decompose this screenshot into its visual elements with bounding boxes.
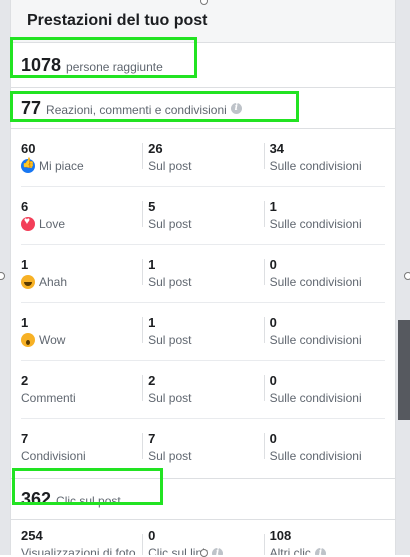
on-post-label: Sul post [148,391,192,405]
clicks-label: Clic sul post [56,493,121,508]
on-shares-label: Sulle condivisioni [269,333,362,347]
on-shares-cell: 0 Sulle condivisioni [263,419,385,476]
row-total: 60 [21,141,36,156]
on-post-value: 2 [148,373,156,388]
on-shares-label: Sulle condivisioni [269,391,362,405]
on-shares-label: Sulle condivisioni [269,159,362,173]
engagement-value: 77 [21,97,42,118]
on-shares-value: 34 [269,141,285,156]
table-row: 2 Commenti 2 Sul post 0 Sulle condivisio… [21,361,385,419]
row-total: 6 [21,199,29,214]
on-shares-cell: 0 Sulle condivisioni [263,361,385,418]
photo-views-cell: 254 Visualizzazioni di foto [21,520,142,555]
reach-value: 1078 [21,54,62,75]
table-row: 60 Mi piace 26 Sul post 34 Sulle condivi… [21,129,385,187]
on-shares-label: Sulle condivisioni [269,275,362,289]
engagement-label: Reazioni, commenti e condivisioni [46,102,227,117]
on-post-cell: 1 Sul post [142,245,263,302]
row-label: Love [39,217,66,231]
on-shares-cell: 34 Sulle condivisioni [263,129,385,186]
other-clicks-cell: 108 Altri clic i [263,520,385,555]
reach-summary: 1078 persone raggiunte [11,43,395,88]
total-cell: 1 Wow [21,303,142,360]
table-row: 1 Ahah 1 Sul post 0 Sulle condivisioni [21,245,385,303]
on-shares-label: Sulle condivisioni [269,449,362,463]
haha-icon [21,275,35,289]
on-post-cell: 2 Sul post [142,361,263,418]
reach-label: persone raggiunte [66,59,163,74]
other-clicks-value: 108 [269,528,292,543]
total-cell: 60 Mi piace [21,129,142,186]
table-row: 6 Love 5 Sul post 1 Sulle condivisioni [21,187,385,245]
info-icon[interactable]: i [230,102,242,114]
info-icon[interactable]: i [314,547,326,555]
on-post-label: Sul post [148,275,192,289]
on-post-label: Sul post [148,217,192,231]
other-clicks-label-wrap: Altri clic i [270,546,385,555]
row-label: Condivisioni [21,449,86,463]
on-shares-cell: 0 Sulle condivisioni [263,303,385,360]
row-label-wrap: Ahah [21,275,142,289]
on-post-value: 7 [148,431,156,446]
row-total: 2 [21,373,29,388]
on-shares-value: 0 [269,431,277,446]
like-icon [21,158,35,173]
resize-handle[interactable] [200,549,208,557]
link-clicks-value: 0 [148,528,156,543]
clicks-summary: 362 Clic sul post [11,478,395,520]
engagement-breakdown: 60 Mi piace 26 Sul post 34 Sulle condivi… [11,129,395,476]
on-post-value: 1 [148,315,156,330]
info-icon[interactable]: i [212,547,224,555]
post-insights-panel: Prestazioni del tuo post 1078 persone ra… [10,0,396,555]
on-shares-value: 1 [269,199,277,214]
on-post-cell: 5 Sul post [142,187,263,244]
on-shares-value: 0 [269,315,277,330]
on-post-value: 5 [148,199,156,214]
love-icon [21,216,35,231]
engagement-summary: 77 Reazioni, commenti e condivisioni i [11,88,395,129]
photo-views-value: 254 [21,528,43,543]
row-total: 7 [21,431,29,446]
row-total: 1 [21,257,29,272]
panel-title: Prestazioni del tuo post [11,0,395,43]
on-shares-value: 0 [269,373,277,388]
on-post-cell: 7 Sul post [142,419,263,476]
on-shares-value: 0 [269,257,277,272]
on-post-label: Sul post [148,159,192,173]
on-post-cell: 26 Sul post [142,129,263,186]
on-post-value: 1 [148,257,156,272]
total-cell: 1 Ahah [21,245,142,302]
on-shares-cell: 0 Sulle condivisioni [263,245,385,302]
clicks-value: 362 [21,488,52,509]
on-post-value: 26 [148,141,163,156]
row-label: Ahah [39,275,68,289]
table-row: 7 Condivisioni 7 Sul post 0 Sulle condiv… [21,419,385,476]
on-shares-cell: 1 Sulle condivisioni [263,187,385,244]
resize-handle[interactable] [404,272,410,280]
on-post-cell: 1 Sul post [142,303,263,360]
row-label: Commenti [21,391,76,405]
row-label-wrap: Mi piace [21,158,142,173]
row-total: 1 [21,315,29,330]
row-label-wrap: Love [21,216,142,231]
total-cell: 7 Condivisioni [21,419,142,476]
on-post-label: Sul post [148,333,192,347]
table-row: 1 Wow 1 Sul post 0 Sulle condivisioni [21,303,385,361]
on-post-label: Sul post [148,449,192,463]
wow-icon [21,333,35,347]
total-cell: 2 Commenti [21,361,142,418]
row-label: Mi piace [39,159,84,173]
row-label-wrap: Wow [21,333,142,347]
row-label: Wow [39,333,66,347]
other-clicks-label: Altri clic [269,546,311,555]
on-shares-label: Sulle condivisioni [269,217,362,231]
background-dark-strip [398,320,410,420]
photo-views-label: Visualizzazioni di foto [21,546,136,555]
total-cell: 6 Love [21,187,142,244]
